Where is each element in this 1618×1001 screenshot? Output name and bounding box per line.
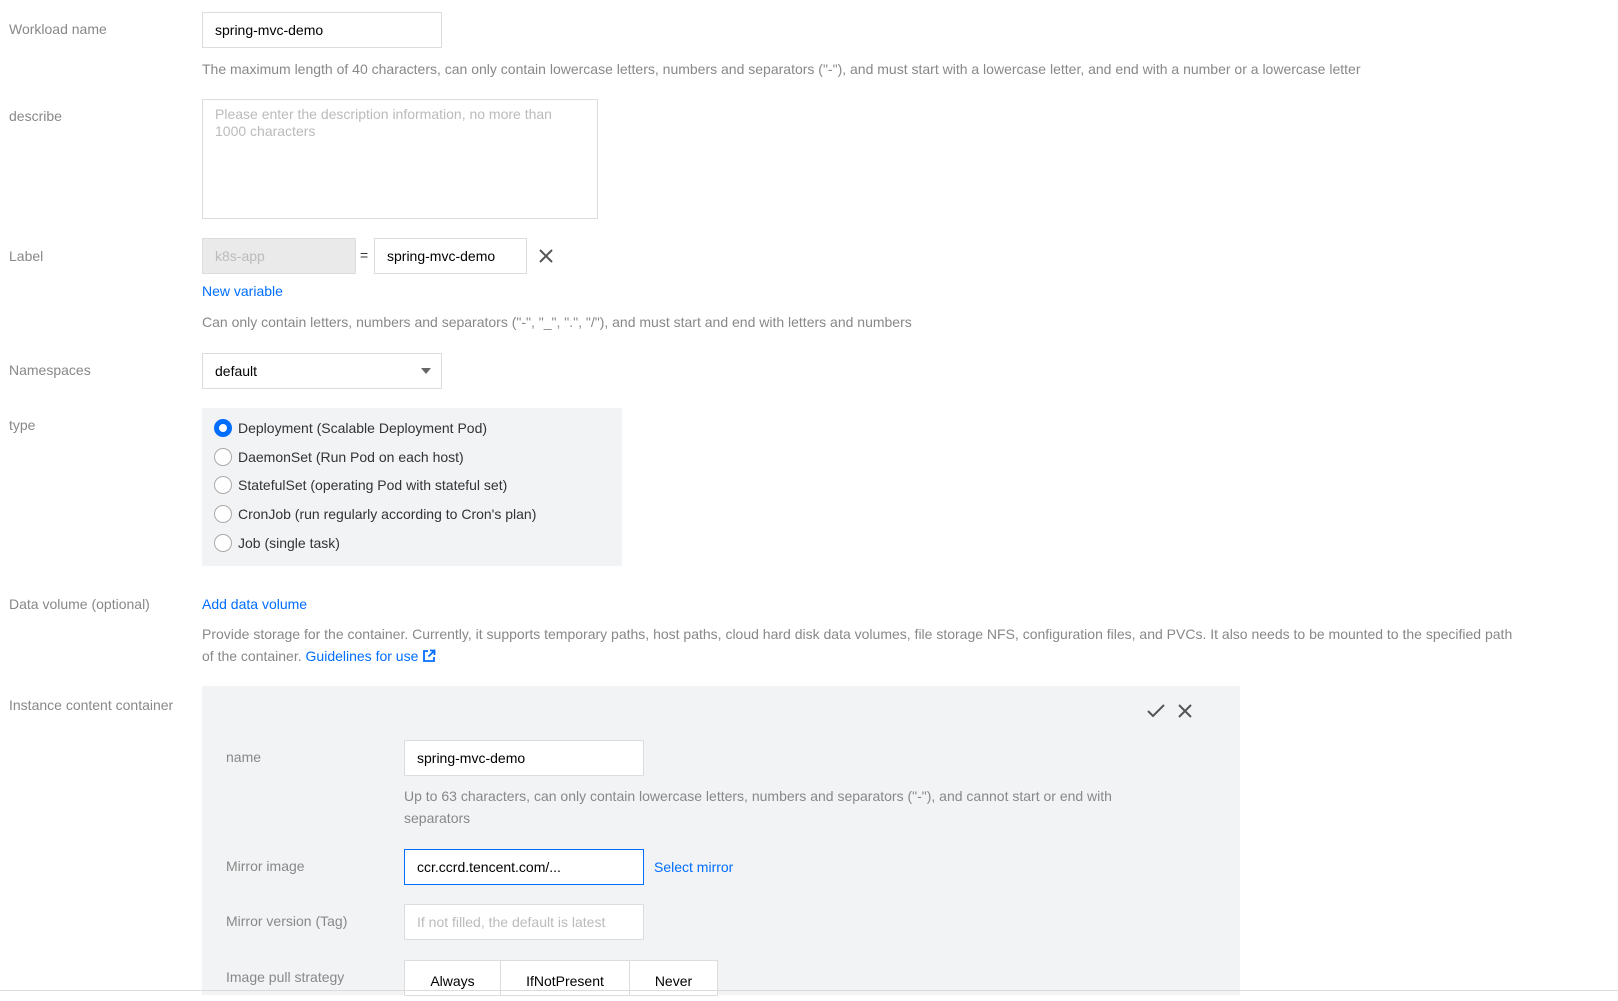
mirror-tag-input[interactable]: If not filled, the default is latest	[404, 904, 644, 940]
select-mirror-link[interactable]: Select mirror	[654, 858, 733, 876]
radio-cronjob[interactable]: CronJob (run regularly according to Cron…	[214, 504, 536, 524]
label-label: Label	[9, 248, 44, 264]
container-name-input[interactable]: spring-mvc-demo	[404, 740, 644, 776]
radio-unselected-icon	[214, 476, 232, 494]
remove-label-icon[interactable]	[538, 248, 554, 264]
label-key-input: k8s-app	[202, 238, 356, 274]
container-name-help-line1: Up to 63 characters, can only contain lo…	[404, 788, 1112, 804]
new-variable-link[interactable]: New variable	[202, 282, 283, 300]
namespaces-label: Namespaces	[9, 362, 91, 378]
container-name-help-line2: separators	[404, 810, 471, 826]
radio-deployment[interactable]: Deployment (Scalable Deployment Pod)	[214, 418, 487, 438]
radio-job[interactable]: Job (single task)	[214, 533, 340, 553]
guidelines-link[interactable]: Guidelines for use	[306, 648, 419, 664]
chevron-down-icon	[421, 368, 431, 374]
label-help: Can only contain letters, numbers and se…	[202, 314, 912, 330]
radio-label: StatefulSet (operating Pod with stateful…	[238, 477, 508, 493]
check-icon[interactable]	[1146, 703, 1166, 719]
label-value-input[interactable]: spring-mvc-demo	[374, 238, 527, 274]
data-volume-label: Data volume (optional)	[9, 596, 150, 612]
radio-unselected-icon	[214, 534, 232, 552]
pull-strategy-label: Image pull strategy	[226, 969, 345, 985]
data-volume-help-line1: Provide storage for the container. Curre…	[202, 626, 1513, 642]
workload-name-label: Workload name	[9, 21, 107, 37]
radio-label: Job (single task)	[238, 535, 340, 551]
namespace-selected-value: default	[215, 363, 258, 379]
radio-unselected-icon	[214, 448, 232, 466]
workload-name-help: The maximum length of 40 characters, can…	[202, 61, 1361, 77]
describe-textarea[interactable]: Please enter the description information…	[202, 99, 598, 219]
radio-label: DaemonSet (Run Pod on each host)	[238, 449, 464, 465]
type-label: type	[9, 417, 36, 433]
container-panel	[202, 686, 1240, 995]
radio-label: CronJob (run regularly according to Cron…	[238, 506, 537, 522]
data-volume-help-text: of the container.	[202, 648, 302, 664]
radio-daemonset[interactable]: DaemonSet (Run Pod on each host)	[214, 447, 464, 467]
container-name-label: name	[226, 749, 262, 765]
describe-label: describe	[9, 108, 62, 124]
external-link-icon[interactable]	[422, 649, 436, 663]
instance-container-label: Instance content container	[9, 697, 174, 713]
data-volume-help-line2: of the container. Guidelines for use	[202, 645, 436, 667]
type-radio-group: Deployment (Scalable Deployment Pod) Dae…	[202, 408, 622, 566]
bottom-divider	[0, 990, 1618, 991]
close-icon[interactable]	[1177, 703, 1193, 719]
radio-statefulset[interactable]: StatefulSet (operating Pod with stateful…	[214, 475, 507, 495]
workload-name-input[interactable]: spring-mvc-demo	[202, 12, 442, 48]
radio-unselected-icon	[214, 505, 232, 523]
namespace-select[interactable]: default	[202, 353, 442, 389]
mirror-image-input[interactable]: ccr.ccrd.tencent.com/...	[404, 849, 644, 885]
mirror-image-label: Mirror image	[226, 858, 305, 874]
radio-selected-icon	[214, 419, 232, 437]
add-data-volume-link[interactable]: Add data volume	[202, 595, 307, 613]
mirror-tag-label: Mirror version (Tag)	[226, 913, 348, 929]
label-equals: =	[360, 247, 369, 263]
radio-label: Deployment (Scalable Deployment Pod)	[238, 420, 488, 436]
